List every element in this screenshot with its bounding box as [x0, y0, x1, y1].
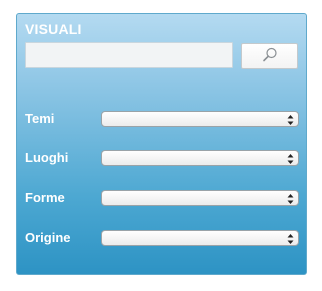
- forme-select[interactable]: [101, 190, 299, 206]
- updown-arrows-icon: [287, 192, 294, 204]
- filter-row-temi: Temi: [25, 111, 300, 127]
- filter-label: Temi: [25, 111, 55, 126]
- panel-title: VISUALI: [25, 21, 82, 37]
- updown-arrows-icon: [287, 232, 294, 244]
- updown-arrows-icon: [287, 113, 294, 125]
- filter-row-luoghi: Luoghi: [25, 150, 300, 166]
- visuali-panel: VISUALI Temi Luoghi Forme Origine: [16, 13, 307, 275]
- search-icon: [261, 46, 279, 67]
- filter-label: Origine: [25, 230, 71, 245]
- filter-label: Forme: [25, 190, 65, 205]
- filter-row-origine: Origine: [25, 230, 300, 246]
- filter-label: Luoghi: [25, 150, 69, 165]
- luoghi-select[interactable]: [101, 150, 299, 166]
- updown-arrows-icon: [287, 152, 294, 164]
- search-input[interactable]: [25, 42, 233, 68]
- temi-select[interactable]: [101, 111, 299, 127]
- origine-select[interactable]: [101, 230, 299, 246]
- filter-row-forme: Forme: [25, 190, 300, 206]
- search-button[interactable]: [241, 43, 298, 69]
